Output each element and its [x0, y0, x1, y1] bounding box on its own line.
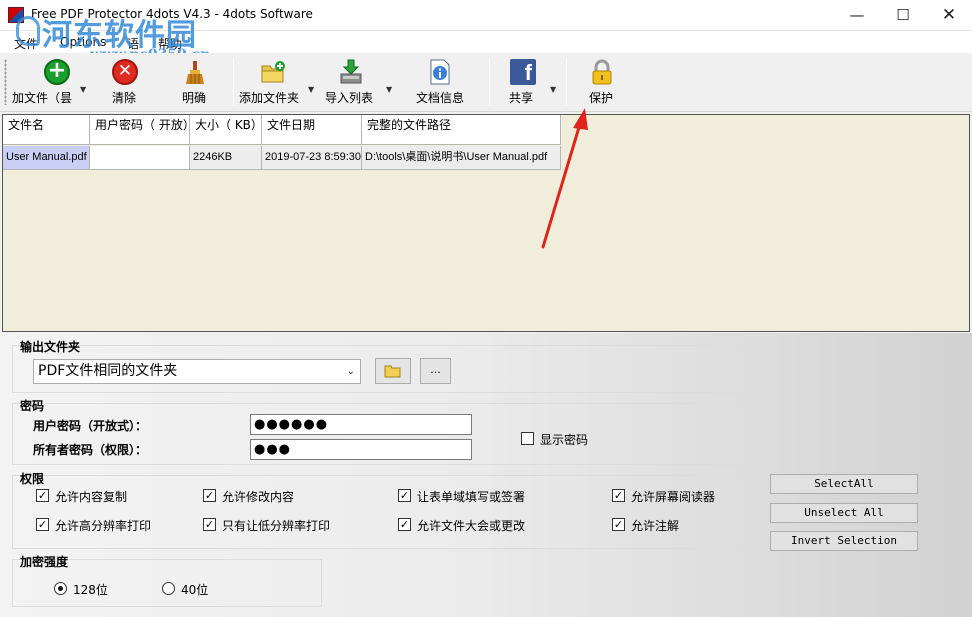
check-icon[interactable]: ✓	[398, 489, 411, 502]
folder-add-icon	[261, 61, 285, 83]
add-folder-dropdown-icon[interactable]: ▼	[308, 85, 314, 94]
encryption-title: 加密强度	[20, 555, 69, 569]
password-title: 密码	[20, 399, 45, 413]
user-password-field[interactable]: ●●●●●●	[250, 414, 472, 435]
add-files-label: 加文件（昙	[12, 91, 73, 105]
import-list-dropdown-icon[interactable]: ▼	[386, 85, 392, 94]
column-header-file-date[interactable]: 文件日期	[262, 115, 362, 145]
owner-password-field[interactable]: ●●●	[250, 439, 472, 460]
unselect-all-button[interactable]: Unselect All	[770, 503, 918, 523]
import-list-button[interactable]: 导入列表 ▼	[324, 59, 396, 107]
protect-button[interactable]: 保护	[584, 59, 624, 107]
add-files-button[interactable]: + 加文件（昙 ▼	[10, 59, 88, 107]
close-button[interactable]: ✕	[926, 0, 972, 31]
document-info-icon	[430, 59, 450, 85]
add-folder-button[interactable]: 添加文件夹 ▼	[238, 59, 318, 107]
lock-icon	[592, 59, 612, 85]
cell-user-password[interactable]	[90, 146, 190, 170]
share-label: 共享	[509, 91, 534, 105]
owner-password-label: 所有者密码（权限）：	[33, 443, 148, 457]
cell-full-path[interactable]: D:\tools\桌面\说明书\User Manual.pdf	[362, 146, 561, 170]
clear-icon: ✕	[112, 59, 138, 85]
clarify-label: 明确	[182, 91, 207, 105]
clarify-button[interactable]: 明确	[176, 59, 216, 107]
menu-help[interactable]: 帮助	[158, 35, 182, 52]
check-icon[interactable]: ✓	[612, 518, 625, 531]
doc-info-label: 文档信息	[416, 91, 465, 105]
show-password-label: 显示密码	[540, 433, 589, 447]
invert-selection-button[interactable]: Invert Selection	[770, 531, 918, 551]
check-icon[interactable]: ✓	[203, 518, 216, 531]
select-all-button[interactable]: SelectAll	[770, 474, 918, 494]
perm-high-res-print-label: 允许高分辨率打印	[55, 519, 152, 533]
check-icon[interactable]: ✓	[203, 489, 216, 502]
encryption-128-label: 128位	[73, 583, 108, 597]
title-bar: Free PDF Protector 4dots V4.3 - 4dots So…	[0, 0, 972, 31]
show-password-box[interactable]	[521, 432, 534, 445]
browse-button[interactable]: ...	[420, 358, 451, 384]
output-folder-title: 输出文件夹	[20, 340, 81, 354]
chevron-down-icon: ⌄	[346, 366, 355, 377]
import-list-label: 导入列表	[325, 91, 374, 105]
toolbar-separator	[233, 59, 234, 105]
cell-filename[interactable]: User Manual.pdf	[3, 146, 90, 170]
share-dropdown-icon[interactable]: ▼	[550, 85, 556, 94]
column-header-size[interactable]: 大小（ KB）	[190, 115, 262, 145]
permissions-title: 权限	[20, 472, 45, 486]
menu-options[interactable]: Options	[60, 35, 106, 49]
perm-low-res-print-label: 只有让低分辨率打印	[222, 519, 331, 533]
menu-file[interactable]: 文件	[14, 35, 38, 52]
protect-label: 保护	[589, 91, 614, 105]
column-header-full-path[interactable]: 完整的文件路径	[362, 115, 561, 145]
toolbar-separator	[489, 59, 490, 105]
broom-icon	[186, 61, 204, 84]
add-files-dropdown-icon[interactable]: ▼	[80, 85, 86, 94]
radio-unselected-icon[interactable]	[162, 582, 175, 595]
add-folder-label: 添加文件夹	[239, 91, 300, 105]
perm-assemble-label: 允许文件大会或更改	[417, 519, 526, 533]
cell-file-date[interactable]: 2019-07-23 8:59:30	[262, 146, 362, 170]
output-folder-value: PDF文件相同的文件夹	[38, 363, 178, 379]
check-icon[interactable]: ✓	[398, 518, 411, 531]
perm-copy-label: 允许内容复制	[55, 490, 128, 504]
minimize-button[interactable]: —	[834, 0, 880, 31]
cell-size[interactable]: 2246KB	[190, 146, 262, 170]
radio-selected-icon[interactable]	[54, 582, 67, 595]
permissions-group	[12, 475, 762, 549]
open-folder-button[interactable]	[375, 358, 411, 384]
encryption-40-label: 40位	[181, 583, 209, 597]
toolbar: + 加文件（昙 ▼ ✕ 清除 明确 添加文件夹 ▼ 导入列表 ▼ 文档信息 f …	[0, 53, 972, 112]
user-password-label: 用户密码（开放式）：	[33, 419, 148, 433]
check-icon[interactable]: ✓	[36, 518, 49, 531]
options-panel: 输出文件夹 PDF文件相同的文件夹 ⌄ ... 密码 用户密码（开放式）： ●●…	[0, 333, 972, 617]
facebook-icon: f	[510, 59, 536, 85]
toolbar-separator	[566, 59, 567, 105]
column-header-user-password[interactable]: 用户密码（ 开放）	[90, 115, 190, 145]
share-button[interactable]: f 共享 ▼	[504, 59, 560, 107]
doc-info-button[interactable]: 文档信息	[414, 59, 466, 107]
check-icon[interactable]: ✓	[36, 489, 49, 502]
window-title: Free PDF Protector 4dots V4.3 - 4dots So…	[31, 7, 313, 21]
menu-bar: 文件 Options 语 帮助	[0, 31, 972, 53]
clear-label: 清除	[112, 91, 137, 105]
column-header-filename[interactable]: 文件名	[3, 115, 90, 145]
maximize-button[interactable]: ☐	[880, 0, 926, 31]
folder-icon	[384, 365, 401, 378]
perm-screen-reader-label: 允许屏幕阅读器	[631, 490, 716, 504]
perm-modify-label: 允许修改内容	[222, 490, 295, 504]
menu-language[interactable]: 语	[127, 35, 139, 52]
file-list[interactable]: 文件名 用户密码（ 开放） 大小（ KB） 文件日期 完整的文件路径 User …	[2, 114, 970, 332]
app-icon	[8, 7, 24, 23]
clear-button[interactable]: ✕ 清除	[106, 59, 146, 107]
check-icon[interactable]: ✓	[612, 489, 625, 502]
import-icon	[340, 59, 362, 84]
add-icon: +	[44, 59, 70, 85]
output-folder-select[interactable]: PDF文件相同的文件夹 ⌄	[33, 359, 361, 384]
perm-annotate-label: 允许注解	[631, 519, 680, 533]
perm-fill-forms-label: 让表单域填写或签署	[417, 490, 526, 504]
toolbar-grip[interactable]	[4, 59, 7, 105]
